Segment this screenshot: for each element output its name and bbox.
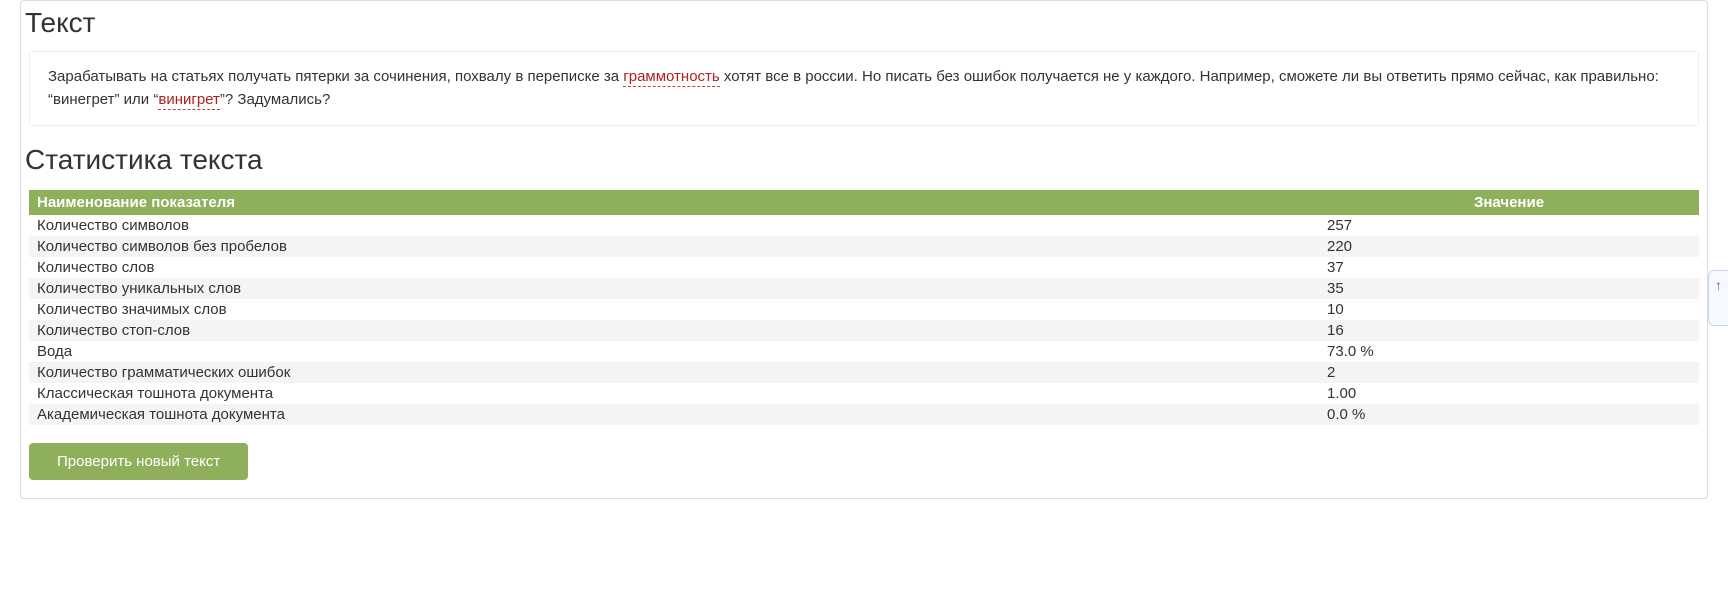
- stat-value: 0.0 %: [1319, 404, 1699, 425]
- stat-value: 37: [1319, 257, 1699, 278]
- table-row: Академическая тошнота документа0.0 %: [29, 404, 1699, 425]
- stat-name: Количество стоп-слов: [29, 320, 1319, 341]
- table-row: Классическая тошнота документа1.00: [29, 383, 1699, 404]
- stats-table: Наименование показателя Значение Количес…: [29, 190, 1699, 425]
- table-row: Количество значимых слов10: [29, 299, 1699, 320]
- table-row: Количество символов257: [29, 215, 1699, 236]
- stat-value: 35: [1319, 278, 1699, 299]
- stat-value: 73.0 %: [1319, 341, 1699, 362]
- stat-name: Количество значимых слов: [29, 299, 1319, 320]
- text-heading: Текст: [25, 7, 1707, 39]
- stats-heading: Статистика текста: [25, 144, 1707, 176]
- stat-name: Вода: [29, 341, 1319, 362]
- stat-name: Количество символов: [29, 215, 1319, 236]
- stat-value: 257: [1319, 215, 1699, 236]
- spelling-error[interactable]: граммотность: [623, 68, 719, 87]
- table-row: Вода73.0 %: [29, 341, 1699, 362]
- stat-name: Классическая тошнота документа: [29, 383, 1319, 404]
- stat-value: 2: [1319, 362, 1699, 383]
- stat-name: Количество слов: [29, 257, 1319, 278]
- stat-name: Количество символов без пробелов: [29, 236, 1319, 257]
- stat-name: Количество уникальных слов: [29, 278, 1319, 299]
- stat-value: 10: [1319, 299, 1699, 320]
- checked-text-box: Зарабатывать на статьях получать пятерки…: [29, 51, 1699, 126]
- table-row: Количество грамматических ошибок2: [29, 362, 1699, 383]
- stat-value: 220: [1319, 236, 1699, 257]
- stat-name: Академическая тошнота документа: [29, 404, 1319, 425]
- table-row: Количество слов37: [29, 257, 1699, 278]
- arrow-up-icon: ↑: [1715, 277, 1722, 293]
- scroll-to-top-button[interactable]: ↑: [1708, 270, 1728, 326]
- table-row: Количество стоп-слов16: [29, 320, 1699, 341]
- stat-value: 1.00: [1319, 383, 1699, 404]
- spelling-error[interactable]: винигрет: [158, 91, 220, 110]
- text-fragment: ”? Задумались?: [220, 91, 330, 108]
- col-header-value: Значение: [1319, 190, 1699, 215]
- text-fragment: Зарабатывать на статьях получать пятерки…: [48, 68, 623, 85]
- check-new-text-button[interactable]: Проверить новый текст: [29, 443, 248, 480]
- stat-name: Количество грамматических ошибок: [29, 362, 1319, 383]
- table-row: Количество уникальных слов35: [29, 278, 1699, 299]
- main-panel: Текст Зарабатывать на статьях получать п…: [20, 0, 1708, 499]
- col-header-name: Наименование показателя: [29, 190, 1319, 215]
- stat-value: 16: [1319, 320, 1699, 341]
- table-row: Количество символов без пробелов220: [29, 236, 1699, 257]
